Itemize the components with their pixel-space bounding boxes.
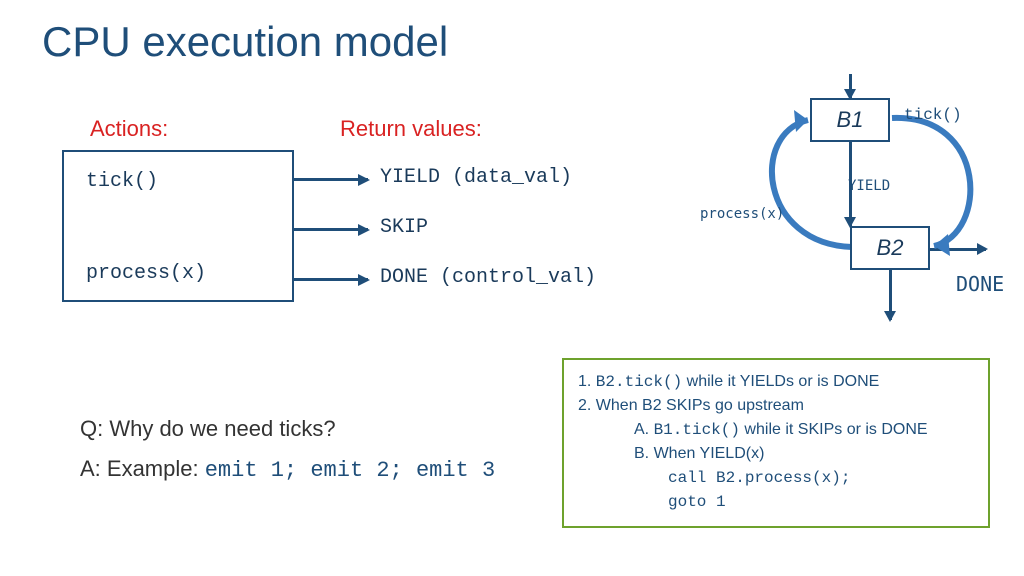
answer: A: Example: emit 1; emit 2; emit 3 [80,456,495,483]
label-process: process(x) [700,206,784,222]
algo-line-4: B. When YIELD(x) [578,442,974,466]
arrow-b2-down [889,270,892,320]
algo-line-2: 2. When B2 SKIPs go upstream [578,394,974,418]
return-yield: YIELD (data_val) [380,166,572,189]
algo-line-5: call B2.process(x); [578,466,974,490]
node-b1: B1 [810,98,890,142]
action-process: process(x) [86,262,206,285]
state-diagram: B1 B2 tick() YIELD process(x) DONE [700,80,1000,340]
node-b2: B2 [850,226,930,270]
question: Q: Why do we need ticks? [80,416,336,442]
algorithm-box: 1. B2.tick() while it YIELDs or is DONE … [562,358,990,528]
returns-heading: Return values: [340,116,482,142]
algo-line-3: A. B1.tick() while it SKIPs or is DONE [578,418,974,442]
label-tick: tick() [904,106,962,124]
slide-title: CPU execution model [42,18,448,66]
answer-prefix: A: Example: [80,456,205,481]
algo-line-1: 1. B2.tick() while it YIELDs or is DONE [578,370,974,394]
arrow-yield [294,178,368,181]
arrow-skip [294,228,368,231]
label-done: DONE [956,272,1004,296]
actions-box: tick() process(x) [62,150,294,302]
answer-code: emit 1; emit 2; emit 3 [205,458,495,483]
arrow-done [294,278,368,281]
label-yield: YIELD [848,178,890,194]
algo-line-6: goto 1 [578,490,974,514]
return-done: DONE (control_val) [380,266,596,289]
return-skip: SKIP [380,216,428,239]
actions-heading: Actions: [90,116,168,142]
action-tick: tick() [86,170,158,193]
